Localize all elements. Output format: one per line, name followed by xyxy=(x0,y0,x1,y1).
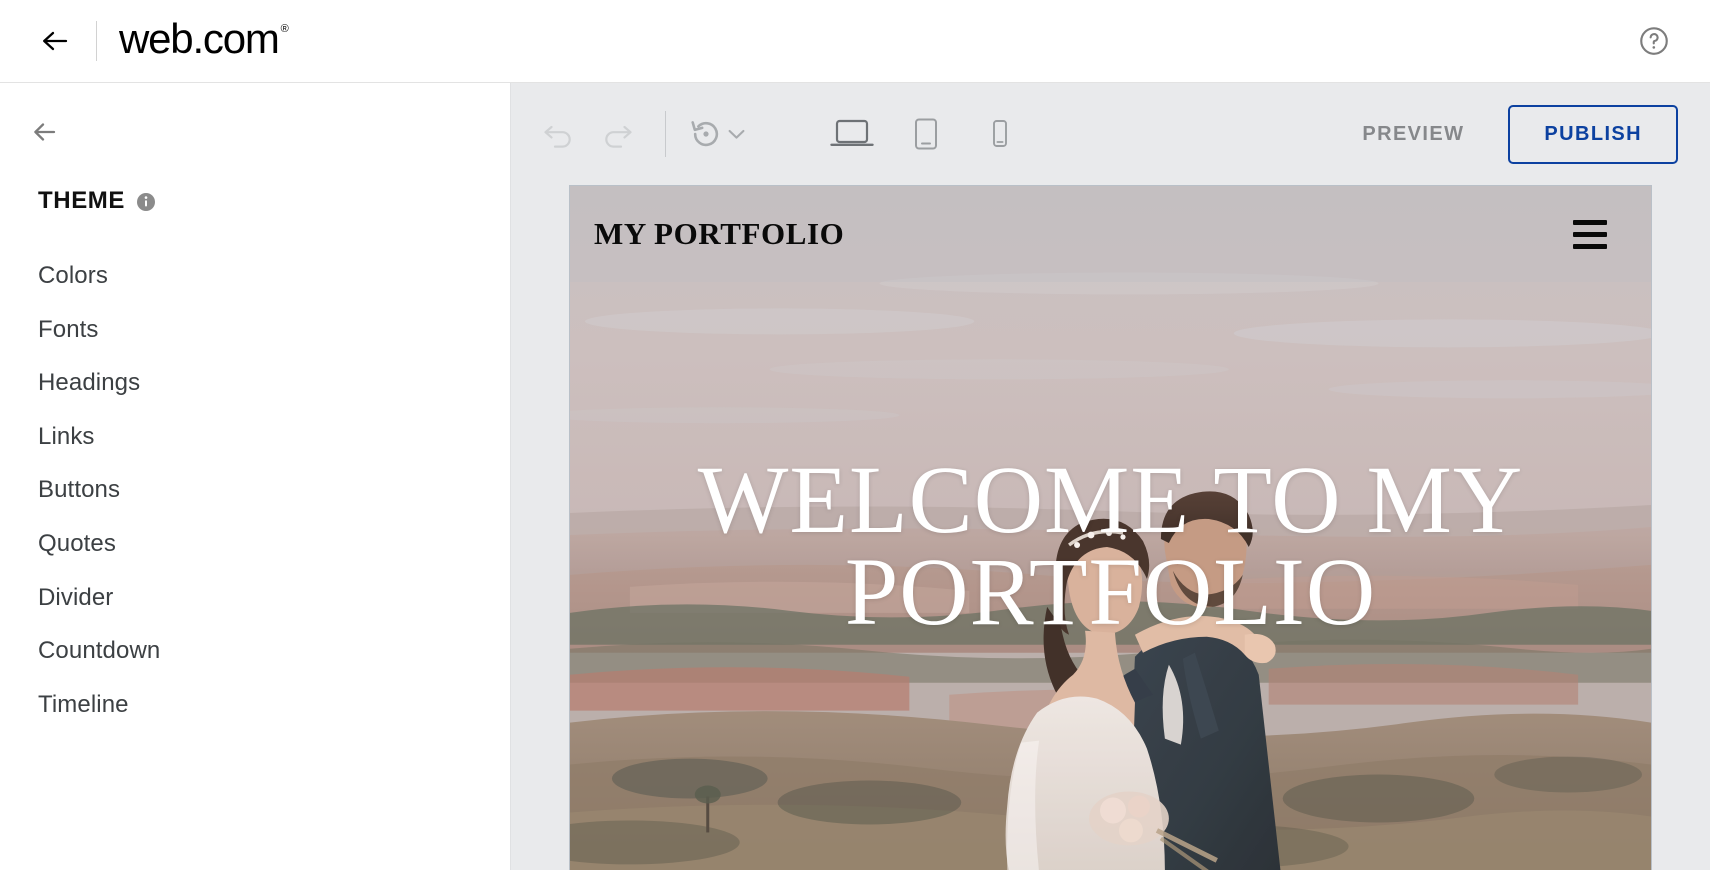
device-tablet-button[interactable] xyxy=(903,111,949,157)
site-brand-title[interactable]: MY PORTFOLIO xyxy=(594,216,844,252)
publish-button[interactable]: PUBLISH xyxy=(1508,104,1678,164)
sidebar-item-label: Colors xyxy=(38,262,108,289)
editor-area: PREVIEW PUBLISH MY PORTFOLIO WELCOME TO … xyxy=(511,83,1710,870)
sidebar-item-fonts[interactable]: Fonts xyxy=(0,303,510,357)
redo-button[interactable] xyxy=(593,110,641,158)
hamburger-menu-icon[interactable] xyxy=(1573,219,1607,249)
help-circle-icon xyxy=(1640,27,1668,55)
app-root: web.com ® THEME Colors Fonts Headings Li… xyxy=(0,0,1710,870)
sidebar-item-colors[interactable]: Colors xyxy=(0,249,510,303)
info-circle-icon xyxy=(137,193,155,211)
back-button[interactable] xyxy=(34,19,78,63)
sidebar-back-button[interactable] xyxy=(24,109,70,155)
chevron-down-icon xyxy=(728,129,745,139)
hero-section[interactable]: WELCOME TO MY PORTFOLIO xyxy=(570,186,1651,870)
sidebar-item-timeline[interactable]: Timeline xyxy=(0,678,510,732)
mobile-icon xyxy=(993,120,1007,147)
brand-text: web.com xyxy=(119,15,280,62)
device-selector xyxy=(829,111,1023,157)
sidebar: THEME Colors Fonts Headings Links Button… xyxy=(0,83,511,870)
redo-icon xyxy=(605,125,632,148)
sidebar-item-divider[interactable]: Divider xyxy=(0,571,510,625)
sidebar-item-countdown[interactable]: Countdown xyxy=(0,624,510,678)
editor-toolbar: PREVIEW PUBLISH xyxy=(511,83,1710,185)
preview-button[interactable]: PREVIEW xyxy=(1346,113,1480,156)
tablet-icon xyxy=(915,118,937,150)
sidebar-title-row: THEME xyxy=(38,187,510,215)
site-preview-canvas[interactable]: MY PORTFOLIO WELCOME TO MY PORTFOLIO xyxy=(569,185,1652,870)
sidebar-item-links[interactable]: Links xyxy=(0,410,510,464)
history-dropdown-toggle[interactable] xyxy=(728,129,745,140)
brand-logo[interactable]: web.com ® xyxy=(119,15,289,62)
body-split: THEME Colors Fonts Headings Links Button… xyxy=(0,83,1710,870)
arrow-left-icon xyxy=(34,123,56,141)
topbar-divider xyxy=(96,21,97,61)
sidebar-item-label: Links xyxy=(38,422,95,450)
device-desktop-button[interactable] xyxy=(829,111,875,157)
hero-background-image xyxy=(570,186,1651,870)
undo-button[interactable] xyxy=(535,110,583,158)
hamburger-bar xyxy=(1573,219,1607,225)
top-bar: web.com ® xyxy=(0,0,1710,83)
hamburger-bar xyxy=(1573,243,1607,249)
sidebar-item-buttons[interactable]: Buttons xyxy=(0,463,510,517)
history-restore-icon xyxy=(691,121,719,147)
info-icon[interactable] xyxy=(136,192,156,212)
hamburger-bar xyxy=(1573,231,1607,237)
sidebar-item-label: Divider xyxy=(38,583,114,611)
sidebar-item-label: Timeline xyxy=(38,690,129,718)
sidebar-item-headings[interactable]: Headings xyxy=(0,356,510,410)
toolbar-divider xyxy=(665,111,666,157)
history-button[interactable] xyxy=(690,118,745,150)
arrow-left-icon xyxy=(43,31,68,51)
sidebar-item-label: Buttons xyxy=(38,476,121,504)
sidebar-item-label: Countdown xyxy=(38,637,161,665)
sidebar-item-quotes[interactable]: Quotes xyxy=(0,517,510,571)
device-mobile-button[interactable] xyxy=(977,111,1023,157)
sidebar-item-label: Quotes xyxy=(38,529,116,557)
laptop-icon xyxy=(830,119,874,146)
theme-menu: Colors Fonts Headings Links Buttons Quot… xyxy=(0,249,510,731)
registered-mark: ® xyxy=(280,23,289,35)
help-button[interactable] xyxy=(1634,21,1674,61)
undo-icon xyxy=(544,125,571,148)
canvas-wrapper: MY PORTFOLIO WELCOME TO MY PORTFOLIO xyxy=(511,185,1710,870)
site-header: MY PORTFOLIO xyxy=(570,186,1651,282)
sidebar-title: THEME xyxy=(38,187,125,214)
sidebar-item-label: Headings xyxy=(38,369,141,397)
sidebar-item-label: Fonts xyxy=(38,315,99,343)
hero-photo-illustration xyxy=(570,186,1651,870)
